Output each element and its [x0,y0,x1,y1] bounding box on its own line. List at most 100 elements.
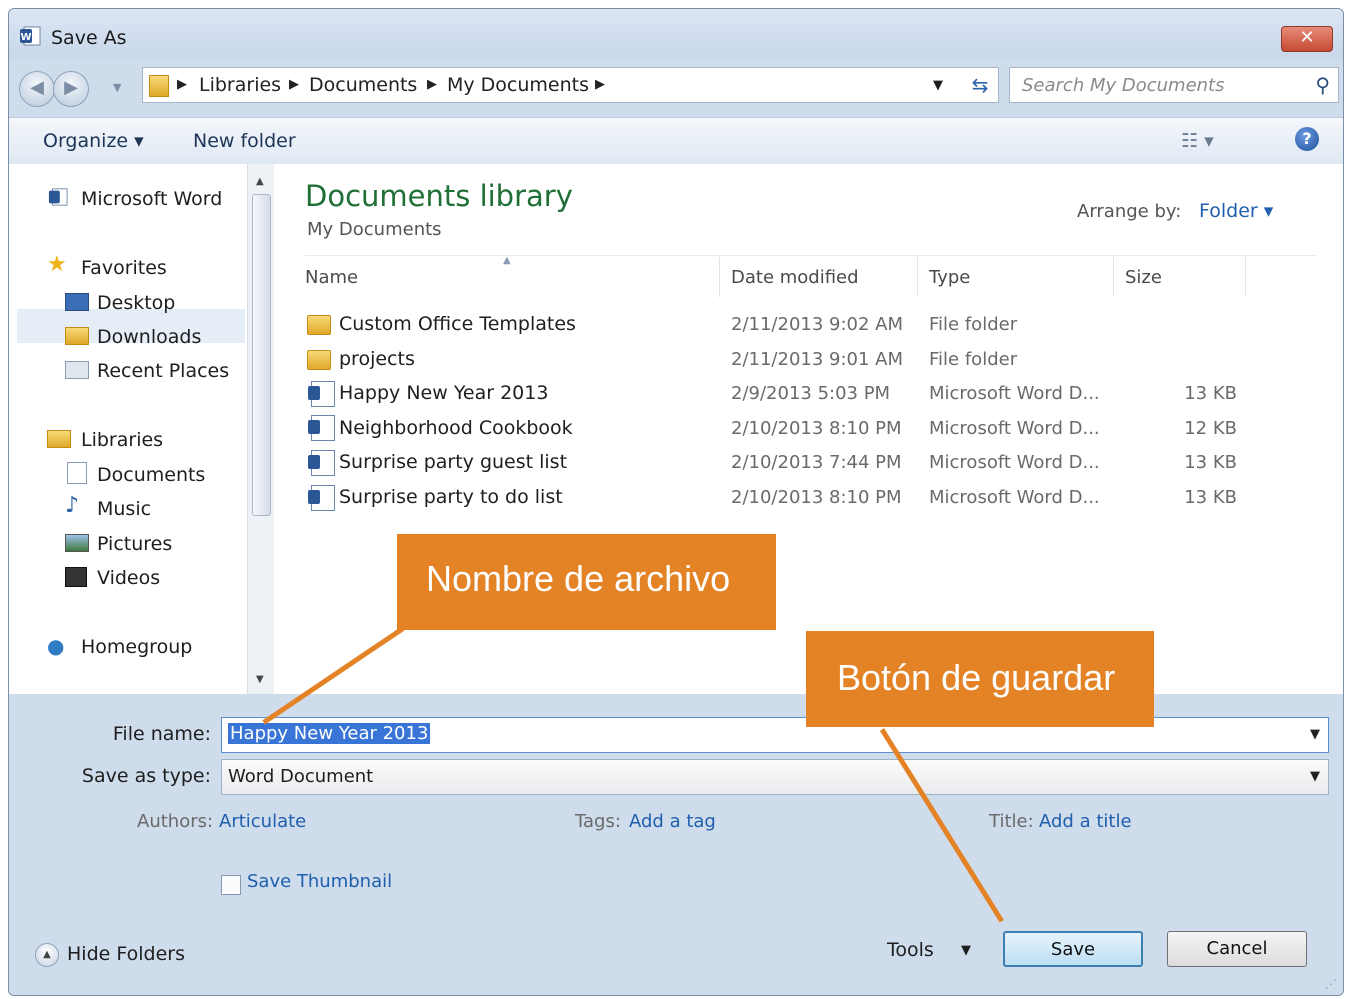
view-options-icon[interactable]: ☷ ▾ [1181,130,1214,152]
library-title: Documents library [305,179,573,213]
word-document-icon [308,485,335,511]
folder-icon [307,350,331,370]
file-name[interactable]: Custom Office Templates [339,313,576,335]
sidebar-item-pictures[interactable]: Pictures [97,533,172,555]
file-type: File folder [929,314,1018,335]
column-separator[interactable] [719,257,720,297]
title-label: Title: [989,811,1034,832]
file-date: 2/11/2013 9:02 AM [731,314,904,335]
scroll-thumb[interactable] [252,194,271,516]
breadcrumb-separator-icon: ▶ [427,77,437,92]
sidebar-item-favorites[interactable]: Favorites [81,257,167,279]
breadcrumb-my-documents[interactable]: My Documents [447,74,589,96]
file-name[interactable]: Neighborhood Cookbook [339,417,573,439]
hide-folders-icon[interactable]: ▲ [35,943,59,967]
sort-ascending-icon: ▲ [503,255,511,266]
save-as-type-label: Save as type: [81,765,211,787]
arrange-by-dropdown[interactable]: Folder ▾ [1199,200,1273,222]
file-name[interactable]: Surprise party guest list [339,451,567,473]
organize-menu[interactable]: Organize ▾ [43,130,144,152]
file-name[interactable]: Surprise party to do list [339,486,563,508]
svg-text:W: W [20,32,31,43]
save-button[interactable]: Save [1003,931,1143,967]
file-name[interactable]: Happy New Year 2013 [339,382,548,404]
document-icon [67,462,87,484]
videos-icon [65,567,87,587]
hide-folders-button[interactable]: Hide Folders [67,943,185,965]
breadcrumb-libraries[interactable]: Libraries [199,74,281,96]
column-header-name[interactable]: Name [305,267,358,288]
back-button[interactable]: ◀ [19,71,55,107]
address-bar[interactable]: ▶ Libraries ▶ Documents ▶ My Documents ▶… [142,67,999,103]
downloads-icon [65,327,89,345]
breadcrumb-documents[interactable]: Documents [309,74,417,96]
file-size: 12 KB [1184,418,1237,439]
help-icon[interactable]: ? [1295,127,1319,151]
pictures-icon [65,534,89,552]
column-separator[interactable] [1245,257,1246,297]
sidebar-item-homegroup[interactable]: Homegroup [81,636,192,658]
sidebar-item-music[interactable]: Music [97,498,151,520]
resize-grip-icon[interactable]: ⋰ [1325,977,1337,991]
scroll-up-icon[interactable]: ▲ [256,176,264,187]
column-header-size[interactable]: Size [1125,267,1162,288]
file-name-value[interactable]: Happy New Year 2013 [228,723,431,744]
title-bar: W Save As ✕ [9,9,1343,59]
column-separator[interactable] [1113,257,1114,297]
authors-label: Authors: [137,811,214,832]
file-type: Microsoft Word D... [929,487,1100,508]
word-document-icon [308,381,335,407]
window-title: Save As [51,27,127,49]
breadcrumb-separator-icon: ▶ [177,77,187,92]
column-header-type[interactable]: Type [929,267,970,288]
sidebar-item-desktop[interactable]: Desktop [97,292,175,314]
sidebar-item-libraries[interactable]: Libraries [81,429,163,451]
file-name-input[interactable]: Happy New Year 2013 ▼ [221,717,1329,753]
new-folder-button[interactable]: New folder [193,130,296,152]
sidebar-item-downloads[interactable]: Downloads [97,326,201,348]
homegroup-icon: ● [47,634,65,658]
save-as-type-select[interactable]: Word Document ▼ [221,759,1329,795]
close-button[interactable]: ✕ [1281,26,1333,52]
navigation-scrollbar[interactable]: ▲ ▼ [247,164,274,694]
file-size: 13 KB [1184,487,1237,508]
scroll-down-icon[interactable]: ▼ [256,674,264,685]
callout-filename: Nombre de archivo [397,534,776,630]
callout-save-button: Botón de guardar [806,631,1154,727]
column-separator[interactable] [917,257,918,297]
save-as-type-dropdown-icon[interactable]: ▼ [1310,769,1320,784]
search-input[interactable]: Search My Documents ⚲ [1009,67,1339,103]
title-value[interactable]: Add a title [1039,811,1132,832]
file-name-dropdown-icon[interactable]: ▼ [1310,727,1320,742]
file-date: 2/9/2013 5:03 PM [731,383,891,404]
save-as-type-value: Word Document [228,766,374,787]
refresh-icon[interactable]: ⇆ [961,69,999,101]
sidebar-item-documents[interactable]: Documents [97,464,205,486]
tools-button[interactable]: Tools [887,939,934,961]
file-type: Microsoft Word D... [929,383,1100,404]
sidebar-item-videos[interactable]: Videos [97,567,160,589]
command-bar: Organize ▾ New folder ☷ ▾ ? [9,117,1343,165]
authors-value[interactable]: Articulate [219,811,306,832]
desktop-icon [65,293,89,311]
address-dropdown-icon[interactable]: ▼ [933,78,943,93]
search-icon[interactable]: ⚲ [1315,73,1330,97]
forward-arrow-icon: ▶ [64,77,78,98]
header-divider [305,255,1317,256]
file-name[interactable]: projects [339,348,415,370]
recent-places-icon [65,361,89,379]
file-date: 2/10/2013 8:10 PM [731,418,902,439]
cancel-button[interactable]: Cancel [1167,931,1307,967]
forward-button[interactable]: ▶ [53,71,89,107]
word-document-icon [308,415,335,441]
sidebar-item-recent-places[interactable]: Recent Places [97,360,229,382]
star-icon: ★ [47,252,67,277]
column-header-date-modified[interactable]: Date modified [731,267,859,288]
music-icon: ♪ [65,493,80,518]
tags-value[interactable]: Add a tag [629,811,716,832]
recent-pages-chevron-icon[interactable]: ▼ [113,81,121,94]
save-thumbnail-label[interactable]: Save Thumbnail [247,871,392,892]
tools-dropdown-icon[interactable]: ▼ [961,943,971,958]
save-thumbnail-checkbox[interactable] [221,875,241,895]
sidebar-item-microsoft-word[interactable]: Microsoft Word [81,188,222,210]
